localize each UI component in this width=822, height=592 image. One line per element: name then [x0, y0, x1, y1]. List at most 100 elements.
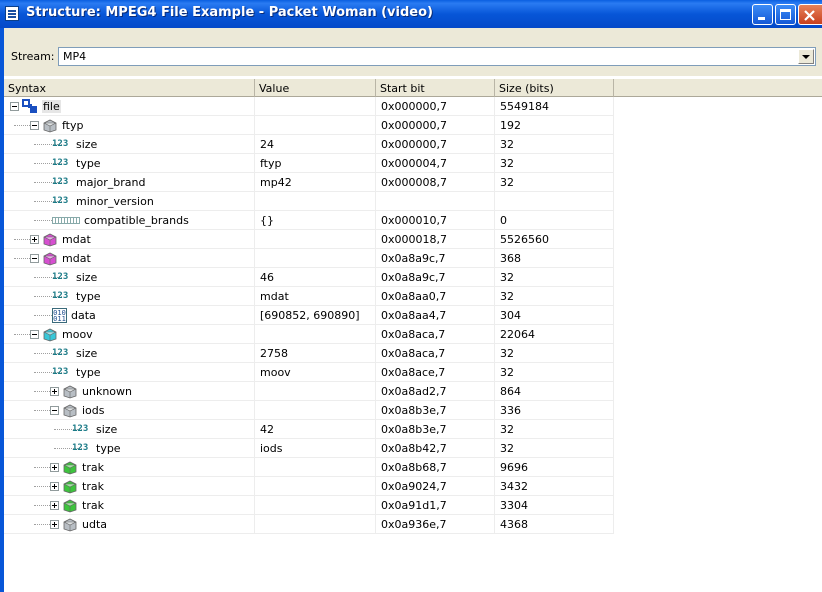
box-pink-icon	[42, 232, 58, 247]
value-cell: mdat	[255, 287, 376, 306]
start-bit-cell: 0x0a8aca,7	[376, 344, 495, 363]
table-row[interactable]: 123 size 2758 0x0a8aca,7 32	[4, 344, 614, 363]
size-cell: 32	[495, 173, 614, 192]
column-header-value[interactable]: Value	[255, 79, 376, 97]
size-cell: 5549184	[495, 97, 614, 116]
table-row[interactable]: iods 0x0a8b3e,7 336	[4, 401, 614, 420]
expand-icon[interactable]	[30, 235, 39, 244]
start-bit-cell: 0x000000,7	[376, 135, 495, 154]
number-icon: 123	[52, 139, 69, 149]
table-row[interactable]: 123 major_brand mp42 0x000008,7 32	[4, 173, 614, 192]
table-row[interactable]: 123 type iods 0x0a8b42,7 32	[4, 439, 614, 458]
table-row[interactable]: trak 0x0a91d1,7 3304	[4, 496, 614, 515]
size-cell: 368	[495, 249, 614, 268]
array-icon	[52, 217, 80, 224]
box-gray-icon	[62, 384, 78, 399]
syntax-cell: 123 size	[4, 420, 255, 439]
maximize-button[interactable]	[775, 4, 796, 25]
syntax-label: size	[76, 347, 98, 360]
syntax-label: trak	[82, 499, 104, 512]
size-cell: 32	[495, 287, 614, 306]
table-row[interactable]: unknown 0x0a8ad2,7 864	[4, 382, 614, 401]
table-row[interactable]: compatible_brands {} 0x000010,7 0	[4, 211, 614, 230]
table-row[interactable]: 123 size 42 0x0a8b3e,7 32	[4, 420, 614, 439]
stream-select[interactable]: MP4	[58, 47, 816, 66]
syntax-label: mdat	[62, 252, 91, 265]
syntax-label: mdat	[62, 233, 91, 246]
syntax-label: ftyp	[62, 119, 84, 132]
title-bar[interactable]: Structure: MPEG4 File Example - Packet W…	[0, 0, 822, 28]
value-cell	[255, 97, 376, 116]
tree-line	[34, 486, 50, 487]
start-bit-cell: 0x0a8a9c,7	[376, 249, 495, 268]
column-header-syntax[interactable]: Syntax	[4, 79, 255, 97]
size-cell: 32	[495, 344, 614, 363]
value-cell: 46	[255, 268, 376, 287]
syntax-label: moov	[62, 328, 93, 341]
tree-line	[34, 410, 50, 411]
syntax-label: size	[96, 423, 118, 436]
collapse-icon[interactable]	[10, 102, 19, 111]
syntax-label: minor_version	[76, 195, 154, 208]
tree-line	[14, 125, 30, 126]
table-row[interactable]: 010 011 data [690852, 690890] 0x0a8aa4,7 304	[4, 306, 614, 325]
value-cell	[255, 477, 376, 496]
syntax-label: data	[71, 309, 96, 322]
start-bit-cell: 0x0a91d1,7	[376, 496, 495, 515]
window-title: Structure: MPEG4 File Example - Packet W…	[26, 5, 433, 20]
value-cell: ftyp	[255, 154, 376, 173]
expand-icon[interactable]	[50, 501, 59, 510]
size-cell: 3432	[495, 477, 614, 496]
minimize-button[interactable]	[752, 4, 773, 25]
expand-icon[interactable]	[50, 520, 59, 529]
syntax-cell: compatible_brands	[4, 211, 255, 230]
size-cell: 22064	[495, 325, 614, 344]
syntax-cell: 010 011 data	[4, 306, 255, 325]
table-row[interactable]: moov 0x0a8aca,7 22064	[4, 325, 614, 344]
value-cell: 24	[255, 135, 376, 154]
syntax-label: size	[76, 138, 98, 151]
number-icon: 123	[52, 177, 69, 187]
value-cell: 2758	[255, 344, 376, 363]
table-row[interactable]: mdat 0x0a8a9c,7 368	[4, 249, 614, 268]
number-icon: 123	[52, 291, 69, 301]
value-cell: mp42	[255, 173, 376, 192]
table-row[interactable]: ftyp 0x000000,7 192	[4, 116, 614, 135]
expand-icon[interactable]	[50, 463, 59, 472]
close-button[interactable]	[798, 4, 822, 25]
chevron-down-icon	[802, 55, 810, 59]
table-row[interactable]: 123 minor_version	[4, 192, 614, 211]
table-row[interactable]: 123 type moov 0x0a8ace,7 32	[4, 363, 614, 382]
tree-line	[34, 391, 50, 392]
table-row[interactable]: 123 size 24 0x000000,7 32	[4, 135, 614, 154]
table-row[interactable]: udta 0x0a936e,7 4368	[4, 515, 614, 534]
table-row[interactable]: 123 type mdat 0x0a8aa0,7 32	[4, 287, 614, 306]
column-header-start-bit[interactable]: Start bit	[376, 79, 495, 97]
tree-line	[34, 505, 50, 506]
collapse-icon[interactable]	[30, 254, 39, 263]
expand-icon[interactable]	[50, 482, 59, 491]
table-row[interactable]: 123 type ftyp 0x000004,7 32	[4, 154, 614, 173]
number-icon: 123	[72, 443, 89, 453]
tree-line	[14, 258, 30, 259]
box-green-icon	[62, 479, 78, 494]
column-header-size[interactable]: Size (bits)	[495, 79, 614, 97]
start-bit-cell: 0x000004,7	[376, 154, 495, 173]
expand-icon[interactable]	[50, 387, 59, 396]
table-row[interactable]: trak 0x0a9024,7 3432	[4, 477, 614, 496]
syntax-label: type	[76, 290, 101, 303]
table-row[interactable]: trak 0x0a8b68,7 9696	[4, 458, 614, 477]
syntax-cell: iods	[4, 401, 255, 420]
start-bit-cell: 0x0a8ad2,7	[376, 382, 495, 401]
value-cell	[255, 458, 376, 477]
collapse-icon[interactable]	[30, 121, 39, 130]
table-row[interactable]: mdat 0x000018,7 5526560	[4, 230, 614, 249]
syntax-cell: trak	[4, 458, 255, 477]
syntax-label: file	[42, 100, 61, 113]
table-row[interactable]: 123 size 46 0x0a8a9c,7 32	[4, 268, 614, 287]
table-row[interactable]: file 0x000000,7 5549184	[4, 97, 614, 116]
stream-dropdown-button[interactable]	[798, 49, 814, 64]
collapse-icon[interactable]	[30, 330, 39, 339]
stream-bar: Stream: MP4	[4, 28, 822, 76]
collapse-icon[interactable]	[50, 406, 59, 415]
